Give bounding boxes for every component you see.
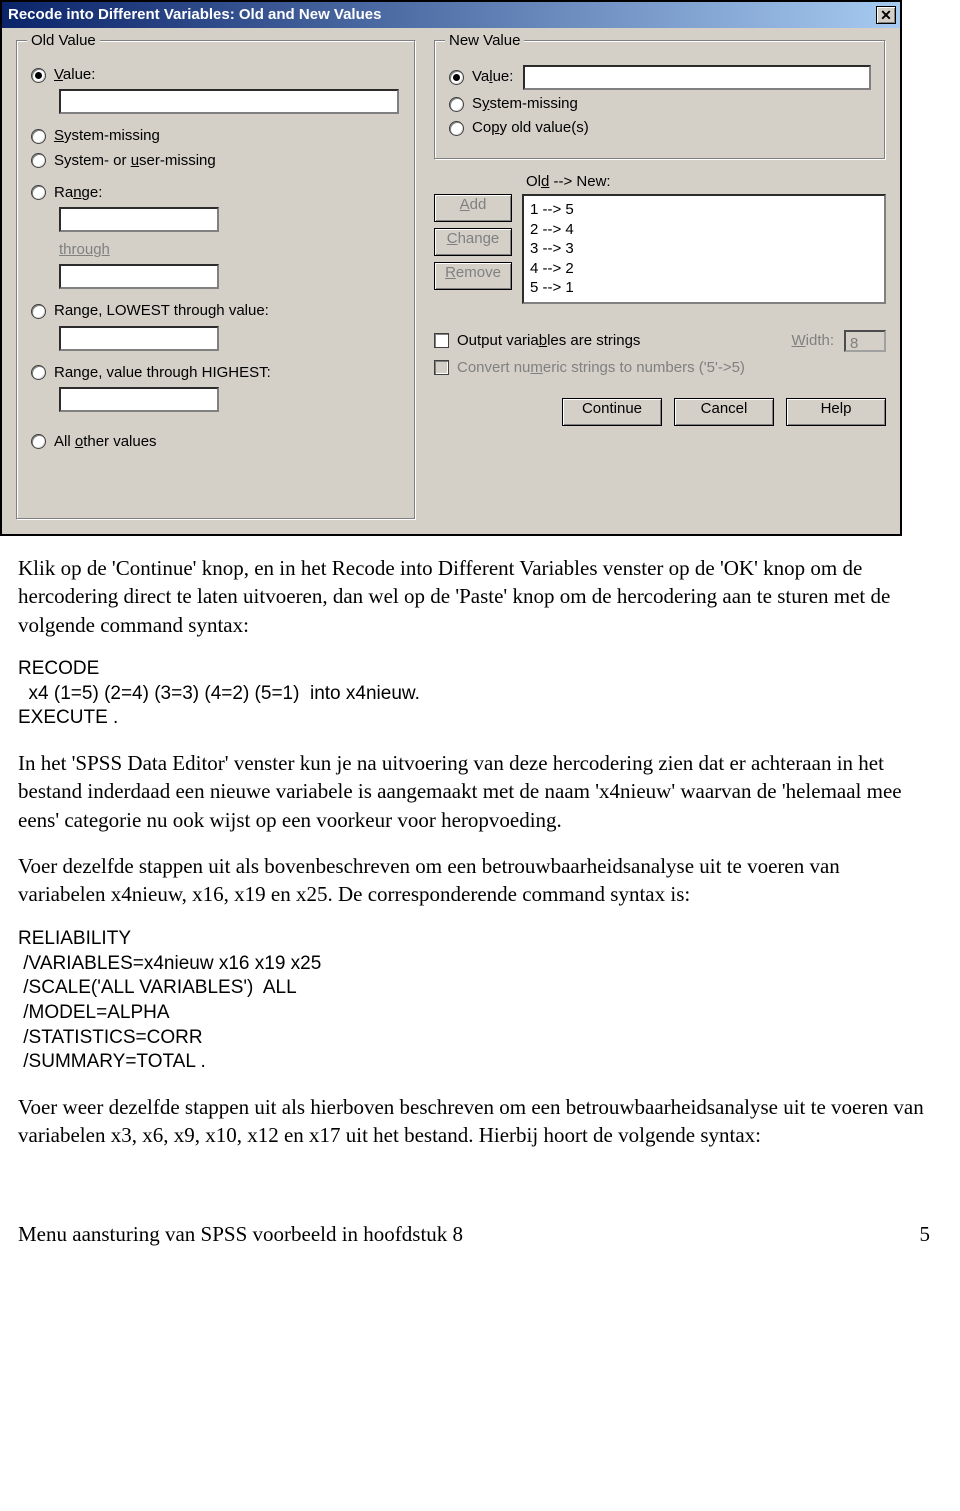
old-new-header: Old --> New: [522,172,886,192]
old-range-highest-label: Range, value through HIGHEST: [54,363,271,383]
range-highest-input[interactable] [59,387,219,412]
old-system-missing-label: System-missing [54,126,160,146]
code-line: EXECUTE . [18,706,930,731]
new-value-input[interactable] [523,65,871,90]
list-item[interactable]: 5 --> 1 [530,278,878,298]
range-from-input[interactable] [59,207,219,232]
old-range-highest-row[interactable]: Range, value through HIGHEST: [31,363,401,383]
options-area: Output variables are strings Width: 8 Co… [434,324,886,384]
old-range-label: Range: [54,183,102,203]
code-block-2: RELIABILITY /VARIABLES=x4nieuw x16 x19 x… [18,927,930,1075]
mapping-area: Add Change Remove Old --> New: 1 --> 5 2… [434,172,886,304]
paragraph: Voer dezelfde stappen uit als bovenbesch… [18,852,930,909]
old-all-other-row[interactable]: All other values [31,432,401,452]
range-to-input[interactable] [59,264,219,289]
new-value-column: New Value Value: System-missing Copy old… [434,40,886,520]
old-value-radio-row[interactable]: Value: [31,65,401,85]
footer-left: Menu aansturing van SPSS voorbeeld in ho… [18,1220,463,1248]
output-strings-row[interactable]: Output variables are strings Width: 8 [434,330,886,352]
range-lowest-input[interactable] [59,326,219,351]
code-line: /STATISTICS=CORR [18,1026,930,1051]
list-item[interactable]: 3 --> 3 [530,239,878,259]
change-button[interactable]: Change [434,228,512,256]
old-value-label: Value: [54,65,95,85]
footer-page-number: 5 [920,1220,931,1248]
code-line: /SCALE('ALL VARIABLES') ALL [18,976,930,1001]
old-system-user-missing-label: System- or user-missing [54,151,216,171]
old-value-legend: Old Value [27,31,100,51]
radio-selected-icon [449,70,464,85]
new-value-legend: New Value [445,31,524,51]
width-input: 8 [844,330,886,352]
new-system-missing-row[interactable]: System-missing [449,94,871,114]
old-system-missing-row[interactable]: System-missing [31,126,401,146]
list-item[interactable]: 2 --> 4 [530,220,878,240]
radio-icon [31,434,46,449]
help-button[interactable]: Help [786,398,886,426]
new-copy-old-row[interactable]: Copy old value(s) [449,118,871,138]
dialog-body: Old Value Value: System-missing System- … [2,28,900,534]
old-value-group: Old Value Value: System-missing System- … [16,40,416,520]
checkbox-icon [434,360,449,375]
old-value-column: Old Value Value: System-missing System- … [16,40,416,520]
radio-icon [31,153,46,168]
paragraph: In het 'SPSS Data Editor' venster kun je… [18,749,930,834]
new-copy-old-label: Copy old value(s) [472,118,589,138]
radio-icon [449,97,464,112]
code-block-1: RECODE x4 (1=5) (2=4) (3=3) (4=2) (5=1) … [18,657,930,731]
old-all-other-label: All other values [54,432,157,452]
old-value-input[interactable] [59,89,399,114]
old-range-lowest-label: Range, LOWEST through value: [54,301,269,321]
close-button[interactable]: ✕ [876,6,896,24]
radio-icon [31,365,46,380]
new-value-group: New Value Value: System-missing Copy old… [434,40,886,160]
radio-icon [31,129,46,144]
titlebar: Recode into Different Variables: Old and… [2,2,900,28]
code-line: /SUMMARY=TOTAL . [18,1050,930,1075]
old-range-row[interactable]: Range: [31,183,401,203]
code-line: x4 (1=5) (2=4) (3=3) (4=2) (5=1) into x4… [18,682,930,707]
list-item[interactable]: 1 --> 5 [530,200,878,220]
recode-dialog: Recode into Different Variables: Old and… [0,0,902,536]
mappings-listbox[interactable]: 1 --> 5 2 --> 4 3 --> 3 4 --> 2 5 --> 1 [522,194,886,304]
mapping-buttons: Add Change Remove [434,172,512,304]
through-label: through [59,240,401,260]
new-value-radio-row[interactable]: Value: [449,65,871,90]
code-line: RELIABILITY [18,927,930,952]
paragraph: Voer weer dezelfde stappen uit als hierb… [18,1093,930,1150]
radio-icon [31,304,46,319]
output-strings-label: Output variables are strings [457,331,640,351]
radio-selected-icon [31,68,46,83]
convert-row: Convert numeric strings to numbers ('5'-… [434,358,886,378]
continue-button[interactable]: Continue [562,398,662,426]
radio-icon [31,185,46,200]
dialog-title: Recode into Different Variables: Old and… [8,5,381,25]
code-line: /VARIABLES=x4nieuw x16 x19 x25 [18,952,930,977]
code-line: RECODE [18,657,930,682]
list-item[interactable]: 4 --> 2 [530,259,878,279]
radio-icon [449,121,464,136]
page-footer: Menu aansturing van SPSS voorbeeld in ho… [18,1220,930,1248]
document-body: Klik op de 'Continue' knop, en in het Re… [0,536,960,1278]
add-button[interactable]: Add [434,194,512,222]
convert-label: Convert numeric strings to numbers ('5'-… [457,358,745,378]
old-system-user-missing-row[interactable]: System- or user-missing [31,151,401,171]
checkbox-icon [434,333,449,348]
width-label: Width: [791,331,834,351]
paragraph: Klik op de 'Continue' knop, en in het Re… [18,554,930,639]
new-value-label: Value: [472,67,513,87]
width-block: Width: 8 [791,330,886,352]
cancel-button[interactable]: Cancel [674,398,774,426]
remove-button[interactable]: Remove [434,262,512,290]
code-line: /MODEL=ALPHA [18,1001,930,1026]
dialog-buttons: Continue Cancel Help [434,398,886,426]
old-range-lowest-row[interactable]: Range, LOWEST through value: [31,301,401,321]
new-system-missing-label: System-missing [472,94,578,114]
close-icon: ✕ [880,6,892,25]
